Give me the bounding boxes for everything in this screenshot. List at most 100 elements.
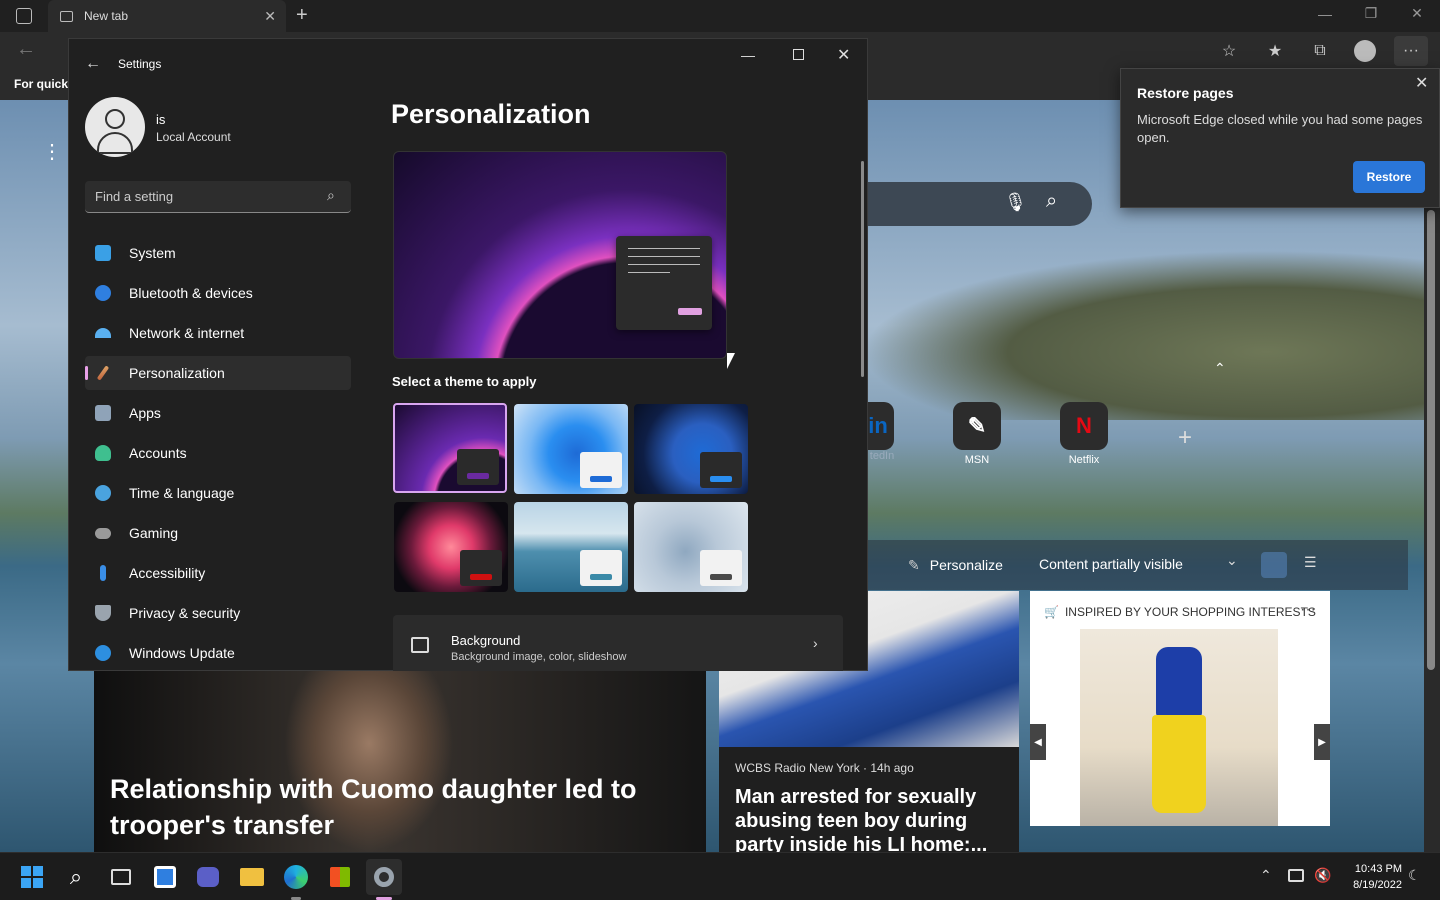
feed-toolbar: ✎ Personalize Content partially visible … xyxy=(868,540,1408,590)
theme-glow-dark[interactable] xyxy=(393,403,507,493)
settings-title: Settings xyxy=(118,57,162,71)
store-icon[interactable] xyxy=(322,859,358,895)
accessibility-icon xyxy=(100,565,106,581)
notifications-icon[interactable]: ☾ xyxy=(1408,867,1421,884)
back-arrow-icon[interactable]: ← xyxy=(85,55,101,73)
search-icon[interactable]: ⌕ xyxy=(58,859,94,895)
bluetooth-icon xyxy=(95,285,111,301)
collections-icon[interactable]: ⧉ xyxy=(1303,36,1337,66)
grid-layout-icon[interactable] xyxy=(1261,552,1287,578)
profile-avatar[interactable] xyxy=(1354,40,1376,62)
settings-scrollbar[interactable] xyxy=(861,161,864,377)
favorites-icon[interactable]: ★ xyxy=(1258,36,1292,66)
show-hidden-icons[interactable]: ⌃ xyxy=(1260,867,1272,884)
tile-label: MSN xyxy=(964,454,990,466)
nav-item-accessibility[interactable]: Accessibility xyxy=(85,556,351,590)
minimize-icon[interactable]: — xyxy=(741,47,755,63)
close-icon[interactable]: ✕ xyxy=(1415,73,1428,93)
file-explorer-icon[interactable] xyxy=(234,859,270,895)
maximize-icon[interactable] xyxy=(793,49,804,60)
carousel-prev-icon[interactable]: ◀ xyxy=(1030,724,1046,760)
add-shortcut-icon[interactable]: + xyxy=(1178,424,1192,452)
system-icon xyxy=(95,245,111,261)
close-icon[interactable]: ✕ xyxy=(837,45,850,65)
list-layout-icon[interactable]: ☰ xyxy=(1304,554,1317,571)
restore-window-icon[interactable]: ❐ xyxy=(1348,5,1394,22)
add-favorite-icon[interactable]: ☆ xyxy=(1212,36,1246,66)
chevron-up-icon[interactable]: ⌃ xyxy=(1214,360,1226,377)
theme-bloom-light[interactable] xyxy=(514,404,628,494)
edge-icon[interactable] xyxy=(278,859,314,895)
close-tab-icon[interactable]: ✕ xyxy=(264,8,276,25)
update-icon xyxy=(95,645,111,661)
content-visibility-dropdown[interactable]: Content partially visible xyxy=(1039,556,1183,572)
start-button[interactable] xyxy=(14,859,50,895)
background-hill xyxy=(860,250,1440,420)
search-placeholder: Find a setting xyxy=(95,189,174,204)
clock[interactable]: 10:43 PM 8/19/2022 xyxy=(1338,861,1402,893)
tab-new-tab[interactable]: New tab ✕ xyxy=(48,0,286,32)
theme-section-title: Select a theme to apply xyxy=(392,374,537,389)
widgets-icon[interactable] xyxy=(147,859,183,895)
search-icon[interactable]: ⌕ xyxy=(1046,190,1057,213)
chevron-down-icon[interactable]: ⌄ xyxy=(1226,552,1238,569)
close-window-icon[interactable]: ✕ xyxy=(1394,5,1440,22)
nav-label: Personalization xyxy=(129,365,225,381)
chat-icon[interactable] xyxy=(190,859,226,895)
apps-icon xyxy=(95,405,111,421)
nav-item-apps[interactable]: Apps xyxy=(85,396,351,430)
quick-link-msn[interactable]: ✎ MSN xyxy=(937,402,1017,466)
theme-captured-motion[interactable] xyxy=(394,502,508,592)
nav-label: Privacy & security xyxy=(129,605,241,621)
page-scrollbar[interactable] xyxy=(1424,100,1440,852)
chevron-right-icon: › xyxy=(813,635,818,651)
favbar-text: For quick xyxy=(14,77,69,91)
nav-item-bluetooth[interactable]: Bluetooth & devices xyxy=(85,276,351,310)
network-icon[interactable] xyxy=(1288,869,1304,882)
microphone-icon[interactable]: 🎙 xyxy=(1004,192,1027,213)
nav-label: Time & language xyxy=(129,485,235,501)
nav-label: Accounts xyxy=(129,445,187,461)
nav-item-accounts[interactable]: Accounts xyxy=(85,436,351,470)
background-setting-row[interactable]: Background Background image, color, slid… xyxy=(393,615,843,671)
user-avatar[interactable] xyxy=(85,97,145,157)
pencil-icon: ✎ xyxy=(908,556,920,573)
volume-muted-icon[interactable]: 🔇 xyxy=(1314,867,1331,884)
nav-label: Accessibility xyxy=(129,565,206,581)
nav-label: Windows Update xyxy=(129,645,235,661)
nav-item-windows-update[interactable]: Windows Update xyxy=(85,636,351,670)
nav-item-privacy[interactable]: Privacy & security xyxy=(85,596,351,630)
more-icon[interactable]: ··· xyxy=(1394,36,1428,66)
restore-button[interactable]: Restore xyxy=(1353,161,1425,193)
nav-item-system[interactable]: System xyxy=(85,236,351,270)
theme-bloom-dark[interactable] xyxy=(634,404,748,494)
news-headline: Relationship with Cuomo daughter led to … xyxy=(110,774,637,840)
nav-item-network[interactable]: Network & internet xyxy=(85,316,351,350)
quick-link-netflix[interactable]: N Netflix xyxy=(1044,402,1124,466)
page-title: Personalization xyxy=(391,99,591,129)
nav-item-personalization[interactable]: Personalization xyxy=(85,356,351,390)
theme-flow[interactable] xyxy=(514,502,628,592)
theme-preview xyxy=(393,151,727,359)
shopping-card[interactable]: 🛒 INSPIRED BY YOUR SHOPPING INTERESTS ··… xyxy=(1030,591,1330,826)
carousel-next-icon[interactable]: ▶ xyxy=(1314,724,1330,760)
nav-item-time-language[interactable]: Time & language xyxy=(85,476,351,510)
more-options-icon[interactable]: ··· xyxy=(1300,601,1316,619)
tab-actions-icon[interactable] xyxy=(16,8,32,24)
nav-label: Apps xyxy=(129,405,161,421)
minimize-icon[interactable]: — xyxy=(1302,6,1348,22)
web-search-box[interactable]: 🎙 ⌕ xyxy=(868,182,1092,226)
nav-item-gaming[interactable]: Gaming xyxy=(85,516,351,550)
news-card-cuomo[interactable]: Relationship with Cuomo daughter led to … xyxy=(94,671,706,852)
clock-date: 8/19/2022 xyxy=(1353,879,1402,891)
nav-label: Bluetooth & devices xyxy=(129,285,253,301)
back-icon[interactable]: ← xyxy=(16,38,36,61)
personalize-button[interactable]: ✎ Personalize xyxy=(900,548,1011,582)
quick-link-linkedin[interactable]: in tedIn xyxy=(862,402,902,462)
account-name: is xyxy=(156,112,166,127)
settings-taskbar-icon[interactable] xyxy=(366,859,402,895)
task-view-icon[interactable] xyxy=(103,859,139,895)
theme-sunrise[interactable] xyxy=(634,502,748,592)
find-setting-input[interactable]: Find a setting ⌕ xyxy=(85,181,351,213)
new-tab-icon[interactable]: + xyxy=(296,4,308,27)
